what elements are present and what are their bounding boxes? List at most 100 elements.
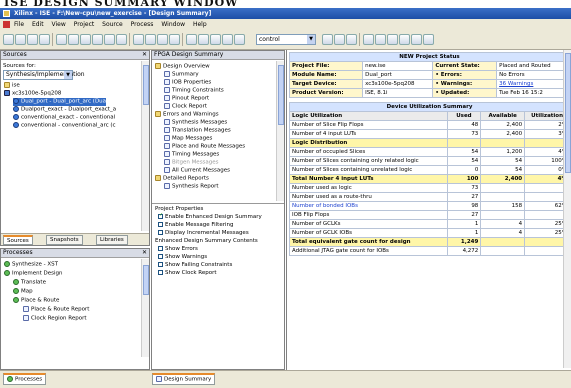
tab-snapshots[interactable]: Snapshots xyxy=(46,235,83,245)
option-incremental-messages[interactable]: Display Incremental Messages xyxy=(158,230,249,237)
stop-icon[interactable] xyxy=(334,34,345,45)
delete-icon[interactable] xyxy=(92,34,103,45)
new-file-icon[interactable] xyxy=(3,34,14,45)
ps-value: ISE, 8.1i xyxy=(362,88,434,98)
nav-translation-messages[interactable]: Translation Messages xyxy=(164,127,231,135)
save-icon[interactable] xyxy=(27,34,38,45)
checkbox[interactable] xyxy=(158,212,163,219)
nav-timing-messages[interactable]: Timing Messages xyxy=(164,151,219,159)
copy-icon[interactable] xyxy=(68,34,79,45)
nav-par-messages[interactable]: Place and Route Messages xyxy=(164,143,245,151)
process-synthesize[interactable]: Synthesize - XST xyxy=(4,261,58,269)
nav-clock-report[interactable]: Clock Report xyxy=(164,103,207,111)
option-show-failing-constraints[interactable]: Show Failing Constraints xyxy=(158,262,232,269)
bookmark-icon[interactable] xyxy=(210,34,221,45)
tree-item-dual-port[interactable]: Dual_port - Dual_port_arc (Dua xyxy=(13,98,107,106)
nav-detailed-reports[interactable]: Detailed Reports xyxy=(155,175,209,183)
tab-processes[interactable]: Processes xyxy=(3,373,47,385)
nav-map-messages[interactable]: Map Messages xyxy=(164,135,212,143)
tree-item-conventional[interactable]: conventional - conventional_arc (c xyxy=(13,122,116,130)
sources-for-select[interactable]: Synthesis/Implementation ▼ xyxy=(3,70,85,80)
nav-errors-warnings[interactable]: Errors and Warnings xyxy=(155,111,219,119)
nav-pinout-report[interactable]: Pinout Report xyxy=(164,95,209,103)
nav-summary[interactable]: Summary xyxy=(164,71,199,79)
menu-source[interactable]: Source xyxy=(102,21,123,28)
cut-icon[interactable] xyxy=(56,34,67,45)
nav-design-overview[interactable]: Design Overview xyxy=(155,63,210,71)
font-icon[interactable] xyxy=(234,34,245,45)
menu-window[interactable]: Window xyxy=(161,21,185,28)
process-par-report[interactable]: Place & Route Report xyxy=(23,306,89,314)
warnings-link[interactable]: 36 Warnings xyxy=(496,79,570,89)
open-icon[interactable] xyxy=(15,34,26,45)
menu-project[interactable]: Project xyxy=(74,21,95,28)
report-scrollbar[interactable] xyxy=(563,50,571,368)
checkbox[interactable] xyxy=(158,254,163,259)
process-place-route[interactable]: Place & Route xyxy=(13,297,59,305)
nav-all-messages[interactable]: All Current Messages xyxy=(164,167,230,175)
checkbox[interactable] xyxy=(158,246,163,251)
tree-item-dualport-exact[interactable]: Dualport_exact - Dualport_exact_a xyxy=(13,106,116,114)
tab-sources[interactable]: Sources xyxy=(3,235,33,245)
zoom-out-icon[interactable] xyxy=(145,34,156,45)
process-map[interactable]: Map xyxy=(13,288,33,296)
option-show-warnings[interactable]: Show Warnings xyxy=(158,254,207,261)
question-icon[interactable] xyxy=(423,34,434,45)
option-show-errors[interactable]: Show Errors xyxy=(158,246,198,253)
nav-scrollbar[interactable] xyxy=(276,61,284,201)
process-clock-report[interactable]: Clock Region Report xyxy=(23,315,87,323)
close-icon[interactable]: ✕ xyxy=(142,51,147,59)
option-show-clock-report[interactable]: Show Clock Report xyxy=(158,270,217,277)
tree-item-device[interactable]: xc3s100e-5pq208 xyxy=(4,90,61,98)
nav-synthesis-messages[interactable]: Synthesis Messages xyxy=(164,119,227,127)
option-message-filtering[interactable]: Enable Message Filtering xyxy=(158,222,233,229)
tree-item-conventional-exact[interactable]: conventional_exact - conventional xyxy=(13,114,115,122)
menu-help[interactable]: Help xyxy=(193,21,207,28)
nav-timing-constraints[interactable]: Timing Constraints xyxy=(164,87,224,95)
report-icon[interactable] xyxy=(387,34,398,45)
close-icon[interactable]: ✕ xyxy=(142,249,147,257)
rerun-icon[interactable] xyxy=(346,34,357,45)
zoom-in-icon[interactable] xyxy=(133,34,144,45)
scroll-thumb[interactable] xyxy=(565,53,571,173)
help-icon[interactable] xyxy=(222,34,233,45)
scroll-thumb[interactable] xyxy=(143,265,149,295)
chevron-down-icon[interactable]: ▼ xyxy=(307,35,315,44)
menu-file[interactable]: File xyxy=(14,21,24,28)
tab-design-summary[interactable]: Design Summary xyxy=(152,373,216,385)
scroll-thumb[interactable] xyxy=(143,65,149,105)
zoom-fit-icon[interactable] xyxy=(157,34,168,45)
paste-icon[interactable] xyxy=(80,34,91,45)
nav-bitgen-messages[interactable]: Bitgen Messages xyxy=(164,159,219,167)
view-icon[interactable] xyxy=(363,34,374,45)
process-implement[interactable]: Implement Design xyxy=(4,270,63,278)
run-icon[interactable] xyxy=(322,34,333,45)
checkbox[interactable] xyxy=(158,262,163,267)
checkbox[interactable] xyxy=(158,222,163,227)
tile-icon[interactable] xyxy=(411,34,422,45)
undo-icon[interactable] xyxy=(104,34,115,45)
schematic-icon[interactable] xyxy=(375,34,386,45)
zoom-area-icon[interactable] xyxy=(169,34,180,45)
toolbar-combo[interactable]: control ▼ xyxy=(256,34,316,45)
nav-synthesis-report[interactable]: Synthesis Report xyxy=(164,183,219,191)
nav-iob-properties[interactable]: IOB Properties xyxy=(164,79,211,87)
sources-scrollbar[interactable] xyxy=(141,61,149,231)
cascade-icon[interactable] xyxy=(399,34,410,45)
option-enhanced-summary[interactable]: Enable Enhanced Design Summary xyxy=(158,212,262,221)
menu-edit[interactable]: Edit xyxy=(32,21,44,28)
redo-icon[interactable] xyxy=(116,34,127,45)
checkbox[interactable] xyxy=(158,270,163,275)
tree-item-project[interactable]: ise xyxy=(4,82,20,90)
checkbox[interactable] xyxy=(158,230,163,235)
process-translate[interactable]: Translate xyxy=(13,279,46,287)
find-next-icon[interactable] xyxy=(198,34,209,45)
chevron-down-icon[interactable]: ▼ xyxy=(64,71,72,79)
processes-scrollbar[interactable] xyxy=(141,259,149,357)
print-icon[interactable] xyxy=(39,34,50,45)
scroll-thumb[interactable] xyxy=(278,65,284,125)
tab-libraries[interactable]: Libraries xyxy=(96,235,128,245)
menu-view[interactable]: View xyxy=(52,21,66,28)
search-icon[interactable] xyxy=(186,34,197,45)
menu-process[interactable]: Process xyxy=(131,21,154,28)
